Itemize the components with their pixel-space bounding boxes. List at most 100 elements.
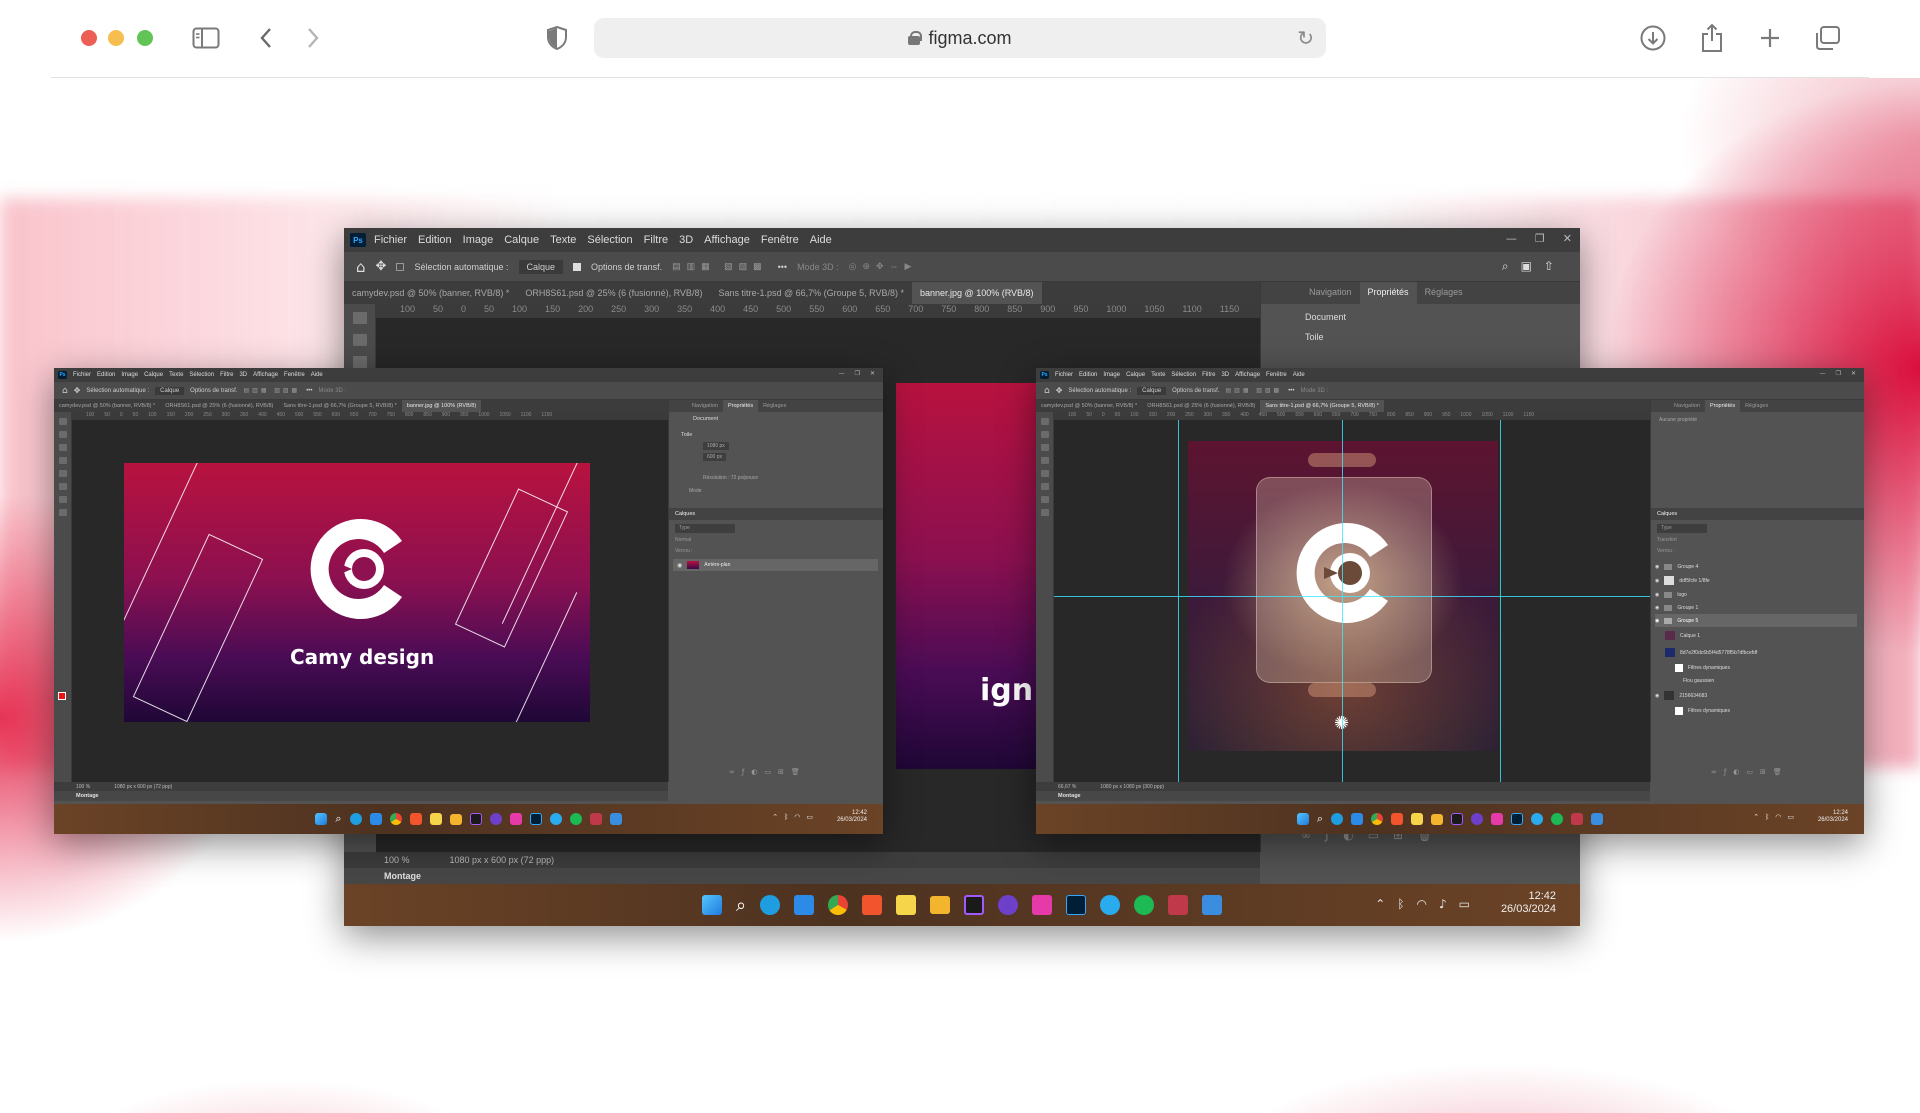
search-icon[interactable]: ⌕ (335, 812, 341, 826)
telegram-icon[interactable] (1100, 895, 1121, 915)
visibility-eye-icon[interactable]: ◉ (1655, 605, 1659, 611)
tab-camydev[interactable]: camydev.psd @ 50% (banner, RVB/8) * (1036, 400, 1142, 412)
menu-edition[interactable]: Edition (97, 372, 115, 378)
guide-vertical-right[interactable] (1500, 420, 1501, 782)
share-icon[interactable] (1698, 22, 1726, 54)
menu-texte[interactable]: Texte (550, 234, 576, 246)
app-icon[interactable] (1491, 813, 1504, 825)
text-tool-icon[interactable] (1041, 509, 1049, 516)
github-icon[interactable] (998, 895, 1019, 915)
visibility-eye-icon[interactable]: ◉ (1655, 618, 1659, 624)
brush-tool-icon[interactable] (1041, 470, 1049, 477)
telegram-icon[interactable] (1531, 813, 1544, 825)
auto-select-dropdown[interactable]: Calque (1137, 386, 1167, 395)
taskbar-clock[interactable]: 12:42 26/03/2024 (837, 810, 867, 824)
menu-fichier[interactable]: Fichier (73, 372, 91, 378)
brave-icon[interactable] (1391, 813, 1404, 825)
canvas-width-field[interactable]: 1080 px (703, 442, 729, 450)
paint-icon[interactable] (609, 813, 622, 825)
home-icon[interactable]: ⌂ (62, 386, 68, 396)
vscode-icon[interactable] (794, 895, 815, 915)
menu-filtre[interactable]: Filtre (220, 372, 233, 378)
layer-name[interactable]: Filtres dynamiques (1688, 708, 1730, 714)
menu-aide[interactable]: Aide (1293, 372, 1305, 378)
crop-tool-icon[interactable] (1041, 457, 1049, 464)
tab-properties[interactable]: Propriétés (723, 400, 759, 412)
layer-row-background[interactable]: ◉ Arrière-plan (673, 559, 878, 571)
minimize-icon[interactable]: — (839, 370, 845, 377)
layer-row[interactable]: Filtres dynamiques (1655, 704, 1857, 717)
layer-name[interactable]: Arrière-plan (704, 562, 730, 568)
restore-icon[interactable]: ❐ (855, 370, 860, 377)
layer-panel-footer-icons[interactable]: ∞ƒ◐▭⊞🗑 (729, 768, 807, 776)
menu-edition[interactable]: Edition (1079, 372, 1097, 378)
zoom-level[interactable]: 100 % (76, 784, 90, 790)
file-explorer-icon[interactable] (930, 896, 951, 914)
notes-icon[interactable] (896, 895, 917, 915)
menu-fichier[interactable]: Fichier (1055, 372, 1073, 378)
tab-sans-titre[interactable]: Sans titre-1.psd @ 66,7% (Groupe 5, RVB/… (710, 282, 912, 304)
lasso-tool-icon[interactable] (59, 444, 67, 451)
windows-start-icon[interactable] (315, 813, 328, 825)
menu-image[interactable]: Image (1103, 372, 1120, 378)
restore-icon[interactable]: ❐ (1836, 370, 1841, 377)
github-icon[interactable] (1471, 813, 1484, 825)
pen-tool-icon[interactable] (59, 496, 67, 503)
transform-options-label[interactable]: Options de transf. (190, 388, 237, 394)
layer-row-selected[interactable]: ◉ Groupe 5 (1655, 614, 1857, 627)
menu-affichage[interactable]: Affichage (704, 234, 750, 246)
tab-navigation[interactable]: Navigation (1301, 282, 1360, 304)
visibility-eye-icon[interactable]: ◉ (1655, 578, 1659, 584)
blend-mode-dropdown[interactable]: Transfert (1657, 537, 1717, 543)
back-chevron-icon[interactable] (255, 22, 277, 54)
photoshop-window-left[interactable]: Ps Fichier Edition Image Calque Texte Sé… (54, 368, 883, 834)
zoom-level[interactable]: 66,67 % (1058, 784, 1076, 790)
layer-row[interactable]: ◉ Groupe 4 (1655, 560, 1857, 573)
minimize-icon[interactable]: — (1820, 370, 1826, 377)
close-icon[interactable]: ✕ (1851, 370, 1856, 377)
tab-banner[interactable]: banner.jpg @ 100% (RVB/8) (401, 400, 482, 412)
restore-icon[interactable]: ❐ (1535, 232, 1545, 245)
crop-tool-icon[interactable] (59, 457, 67, 464)
move-tool-icon[interactable]: ✥ (376, 259, 387, 274)
tab-properties[interactable]: Propriétés (1359, 282, 1417, 304)
layer-name[interactable]: Calque 1 (1680, 633, 1700, 639)
spotify-icon[interactable] (1134, 895, 1155, 915)
tab-adjustments[interactable]: Réglages (1740, 400, 1773, 412)
windows-start-icon[interactable] (1296, 813, 1309, 825)
move-tool-icon[interactable]: ✥ (1056, 386, 1063, 395)
menu-texte[interactable]: Texte (1151, 372, 1165, 378)
layer-name[interactable]: 8d7e2f0dc6b5f4d5778f5b7dfbcefdf (1680, 650, 1757, 656)
figma-icon[interactable] (469, 813, 482, 825)
file-explorer-icon[interactable] (449, 813, 462, 825)
photoshop-taskbar-icon[interactable] (1511, 813, 1524, 825)
close-window-button[interactable] (81, 30, 97, 46)
menu-selection[interactable]: Sélection (189, 372, 214, 378)
visibility-eye-icon[interactable]: ◉ (1655, 592, 1659, 598)
forward-chevron-icon[interactable] (302, 22, 324, 54)
zoom-level[interactable]: 100 % (384, 855, 410, 865)
pen-tool-icon[interactable] (1041, 496, 1049, 503)
move-tool-icon[interactable] (59, 418, 67, 425)
menu-selection[interactable]: Sélection (1171, 372, 1196, 378)
figma-icon[interactable] (964, 895, 985, 915)
layers-panel-header[interactable]: Calques (669, 508, 883, 520)
github-icon[interactable] (489, 813, 502, 825)
marquee-tool-icon[interactable] (59, 431, 67, 438)
layer-name[interactable]: 2156634683 (1679, 693, 1707, 699)
brave-icon[interactable] (862, 895, 883, 915)
layer-name[interactable]: Filtres dynamiques (1688, 665, 1730, 671)
sidebar-toggle-icon[interactable] (191, 22, 221, 54)
layer-name[interactable]: logo (1677, 592, 1686, 598)
layer-name[interactable]: Groupe 5 (1677, 618, 1698, 624)
tab-adjustments[interactable]: Réglages (1417, 282, 1471, 304)
privacy-shield-icon[interactable] (544, 22, 570, 54)
transform-options-label[interactable]: Options de transf. (1172, 388, 1219, 394)
layer-name[interactable]: Flou gaussien (1683, 678, 1714, 684)
chrome-icon[interactable] (1371, 813, 1384, 825)
crop-tool-icon[interactable] (353, 356, 367, 368)
app-icon[interactable] (509, 813, 522, 825)
figma-icon[interactable] (1451, 813, 1464, 825)
guide-horizontal[interactable] (1054, 596, 1650, 597)
align-icons[interactable]: ▤▥▦ ▧▨▩ (672, 261, 768, 272)
